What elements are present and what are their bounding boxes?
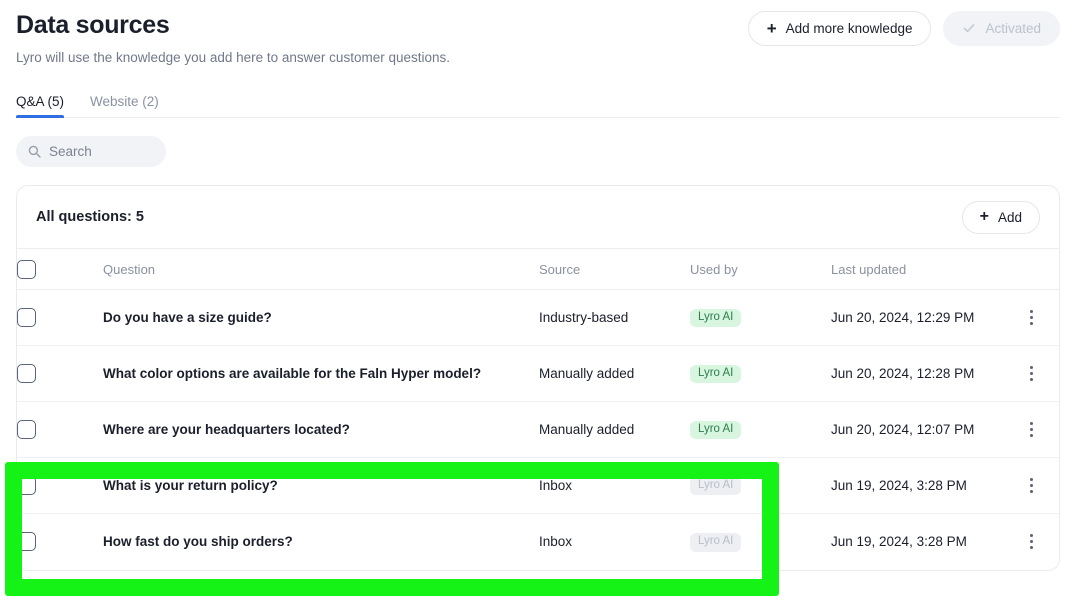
column-header-actions (1021, 248, 1059, 290)
cell-question: Do you have a size guide? (103, 289, 539, 346)
used-by-badge: Lyro AI (690, 533, 742, 552)
cell-used-by: Lyro AI (690, 457, 831, 514)
row-checkbox[interactable] (17, 476, 36, 495)
add-more-knowledge-label: Add more knowledge (785, 21, 913, 36)
tab-qa[interactable]: Q&A (5) (16, 94, 78, 118)
tab-bar: Q&A (5) Website (2) (16, 86, 1060, 118)
cell-used-by: Lyro AI (690, 289, 831, 346)
kebab-menu-icon[interactable] (1021, 534, 1041, 550)
used-by-badge: Lyro AI (690, 420, 742, 440)
cell-last-updated: Jun 20, 2024, 12:28 PM (831, 345, 1021, 402)
add-question-label: Add (997, 209, 1022, 225)
cell-used-by: Lyro AI (690, 401, 831, 458)
kebab-menu-icon[interactable] (1021, 478, 1041, 493)
row-select-cell (17, 289, 103, 346)
row-select-cell (17, 514, 103, 570)
cell-last-updated: Jun 20, 2024, 12:07 PM (831, 401, 1021, 458)
table-body: Do you have a size guide? Industry-based L… (17, 289, 1059, 570)
row-checkbox[interactable] (17, 308, 36, 327)
cell-row-actions (1021, 345, 1059, 402)
select-all-checkbox[interactable] (17, 259, 36, 279)
table-row[interactable]: Where are your headquarters located? Manu… (17, 401, 1059, 458)
search-bar (16, 136, 1060, 167)
cell-question: What is your return policy? (103, 457, 539, 514)
cell-source: Inbox (539, 457, 690, 514)
cell-used-by: Lyro AI (690, 514, 831, 570)
tab-website[interactable]: Website (2) (78, 94, 171, 118)
cell-source: Manually added (539, 345, 690, 402)
cell-row-actions (1021, 289, 1059, 346)
plus-icon: + (979, 207, 989, 225)
cell-question: What color options are available for the… (103, 345, 539, 402)
cell-used-by: Lyro AI (690, 345, 831, 402)
row-checkbox[interactable] (17, 420, 36, 439)
table-header-row: Question Source Used by Last updated (17, 248, 1059, 290)
table-row[interactable]: Do you have a size guide? Industry-based L… (17, 289, 1059, 346)
questions-card: All questions: 5 + Add Question Source U… (16, 185, 1060, 571)
column-header-question[interactable]: Question (103, 248, 539, 290)
table-row[interactable]: What is your return policy? Inbox Lyro AI J… (17, 457, 1059, 514)
row-checkbox[interactable] (17, 364, 36, 383)
header-actions: + Add more knowledge Activated (747, 11, 1060, 46)
search-box[interactable] (16, 136, 166, 167)
search-icon (28, 145, 41, 158)
used-by-badge: Lyro AI (690, 364, 742, 384)
questions-table: Question Source Used by Last updated Do … (17, 248, 1059, 570)
cell-source: Manually added (539, 401, 690, 458)
kebab-menu-icon[interactable] (1021, 310, 1041, 325)
data-sources-page: Data sources Lyro will use the knowledge… (0, 0, 1076, 609)
row-checkbox[interactable] (17, 532, 36, 552)
activated-label: Activated (985, 21, 1041, 36)
page-subtitle: Lyro will use the knowledge you add here… (16, 50, 450, 65)
row-select-cell (17, 457, 103, 514)
add-question-button[interactable]: + Add (961, 200, 1040, 234)
check-icon (962, 21, 976, 37)
table-header: Question Source Used by Last updated (17, 248, 1059, 290)
cell-question: How fast do you ship orders? (103, 534, 293, 550)
cell-row-actions (1021, 514, 1059, 570)
used-by-badge: Lyro AI (690, 476, 742, 496)
cell-source: Inbox (539, 534, 573, 550)
table-row[interactable]: How fast do you ship orders? Inbox Lyro AI… (17, 514, 1059, 570)
used-by-badge: Lyro AI (690, 308, 742, 328)
all-questions-count: All questions: 5 (36, 209, 144, 225)
column-header-last-updated[interactable]: Last updated (831, 248, 1021, 290)
search-input[interactable] (49, 144, 154, 159)
kebab-menu-icon[interactable] (1021, 366, 1041, 381)
column-header-source[interactable]: Source (539, 248, 690, 290)
kebab-menu-icon[interactable] (1021, 422, 1041, 437)
cell-question: Where are your headquarters located? (103, 401, 539, 458)
page-header: Data sources Lyro will use the knowledge… (0, 0, 1076, 68)
column-header-used-by[interactable]: Used by (690, 248, 831, 290)
plus-icon: + (766, 18, 777, 38)
card-header: All questions: 5 + Add (17, 186, 1059, 248)
cell-last-updated: Jun 19, 2024, 3:28 PM (831, 457, 1021, 514)
cell-last-updated: Jun 19, 2024, 3:28 PM (831, 534, 967, 550)
row-select-cell (17, 401, 103, 458)
add-more-knowledge-button[interactable]: + Add more knowledge (747, 11, 932, 46)
table-row[interactable]: What color options are available for the… (17, 345, 1059, 402)
activated-button[interactable]: Activated (943, 11, 1060, 46)
cell-row-actions (1021, 457, 1059, 514)
select-all-cell (17, 248, 103, 290)
row-select-cell (17, 345, 103, 402)
cell-last-updated: Jun 20, 2024, 12:29 PM (831, 289, 1021, 346)
cell-row-actions (1021, 401, 1059, 458)
cell-source: Industry-based (539, 289, 690, 346)
